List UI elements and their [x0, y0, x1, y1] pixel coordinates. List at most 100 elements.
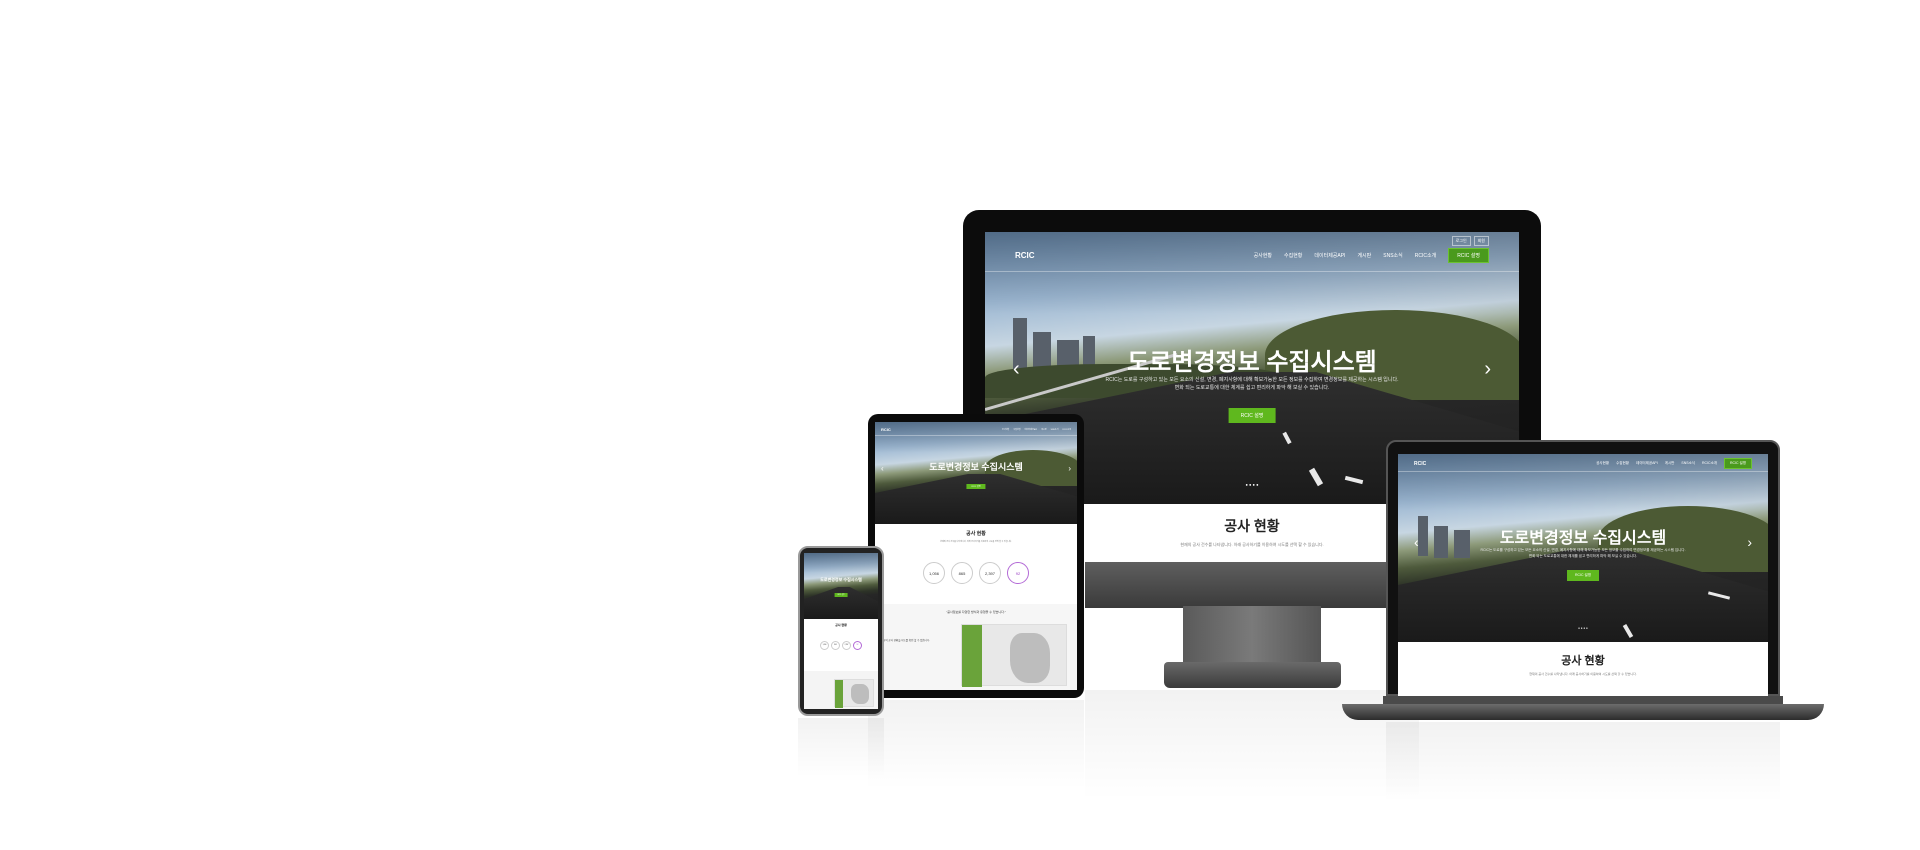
site-logo[interactable]: RCIC — [1414, 461, 1426, 467]
menu-item-construction[interactable]: 공사현황 — [1002, 428, 1009, 431]
main-menu: 공사현황 수집현황 데이터제공API 게시판 SNS소식 RCIC소개 — [998, 428, 1071, 431]
menu-item-collection[interactable]: 수집현황 — [1284, 252, 1302, 259]
map-image — [851, 684, 869, 704]
phone-map-section — [804, 671, 878, 709]
menu-item-api[interactable]: 데이터제공API — [1025, 428, 1037, 431]
stat-circle[interactable]: 2,397 — [842, 641, 851, 650]
main-menu: 공사현황 수집현황 데이터제공API 게시판 SNS소식 RCIC소개 RCIC… — [1589, 458, 1752, 469]
next-slide-arrow-icon[interactable]: › — [1747, 534, 1752, 550]
site-logo[interactable]: RCIC — [881, 427, 891, 432]
stat-value: 1,056 — [928, 570, 939, 576]
stat-circle[interactable]: 2,397 — [979, 562, 1001, 584]
hero-subtitle-line2: 변화 되는 도로교통에 대한 체계를 쉽고 편리하게 파악 해 보실 수 있습니… — [1528, 554, 1638, 558]
tablet-nav: RCIC 공사현황 수집현황 데이터제공API 게시판 SNS소식 RCIC소개 — [875, 424, 1077, 436]
hero-subtitle-line1: RCIC는 도로를 구성하고 있는 모든 요소의 신설, 변경, 폐지사항에 대… — [1480, 548, 1686, 552]
stat-circle[interactable]: 92 — [853, 641, 862, 650]
stat-circle[interactable]: 1,056 — [923, 562, 945, 584]
stat-value: 865 — [834, 645, 837, 646]
menu-item-about[interactable]: RCIC소개 — [1415, 252, 1436, 259]
menu-item-api[interactable]: 데이터제공API — [1314, 252, 1345, 259]
quote-text: "공사정보를 다양한 방식과 유형을 수 있습니다." — [946, 610, 1006, 614]
tablet-device: RCIC 공사현황 수집현황 데이터제공API 게시판 SNS소식 RCIC소개… — [868, 414, 1084, 698]
menu-item-collection[interactable]: 수집현황 — [1013, 428, 1020, 431]
nav-cta-button[interactable]: RCIC 설명 — [1724, 458, 1752, 469]
menu-item-sns[interactable]: SNS소식 — [1681, 461, 1695, 466]
menu-item-construction[interactable]: 공사현황 — [1254, 252, 1272, 259]
phone-reflection — [798, 718, 884, 778]
menu-item-api[interactable]: 데이터제공API — [1636, 461, 1658, 466]
monitor-stand-neck — [1183, 606, 1321, 664]
laptop-reflection — [1386, 722, 1780, 802]
section-title: 공사 현황 — [835, 623, 847, 627]
phone-device: 도로변경정보 수집시스템 RCIC 설명 공사 현황 1,056 865 2,3… — [798, 546, 884, 716]
hero-cta-button[interactable]: RCIC 설명 — [1567, 570, 1599, 581]
prev-slide-arrow-icon[interactable]: ‹ — [1013, 358, 1020, 381]
hero-title: 도로변경정보 수집시스템 — [1499, 530, 1667, 547]
device-mockup-stage: 로그인 회원 RCIC 공사현황 수집현황 데이터제공API 게시판 SNS소식… — [0, 0, 1920, 850]
stat-value: 1,056 — [822, 645, 827, 646]
hero-subtitle-line1: RCIC는 도로를 구성하고 있는 모든 요소의 신설, 변경, 폐지사항에 대… — [1105, 377, 1399, 383]
stat-circle[interactable]: 1,056 — [820, 641, 829, 650]
nav-cta-button[interactable]: RCIC 설명 — [1448, 248, 1489, 263]
map-description: 지역 공사 현황을 지도를 확인 할 수 있습니다. — [883, 639, 930, 642]
section-title: 공사 현황 — [1561, 655, 1605, 667]
monitor-chin — [1085, 562, 1419, 608]
stat-value: 92 — [1015, 570, 1021, 576]
hero-cta-button[interactable]: RCIC 설명 — [966, 484, 986, 489]
phone-status-section: 공사 현황 1,056 865 2,397 92 — [804, 619, 878, 671]
stat-circles: 1,056 865 2,397 92 — [804, 641, 878, 650]
map-widget[interactable] — [961, 624, 1067, 687]
menu-item-board[interactable]: 게시판 — [1357, 252, 1371, 259]
stat-value: 2,397 — [984, 570, 995, 576]
laptop-base — [1342, 704, 1824, 720]
stat-circle[interactable]: 865 — [951, 562, 973, 584]
stat-value: 92 — [856, 645, 859, 646]
menu-item-construction[interactable]: 공사현황 — [1596, 461, 1609, 466]
menu-item-sns[interactable]: SNS소식 — [1383, 252, 1402, 259]
map-image — [1010, 633, 1050, 683]
phone-screen: 도로변경정보 수집시스템 RCIC 설명 공사 현황 1,056 865 2,3… — [804, 553, 878, 709]
laptop-hero-banner: RCIC 공사현황 수집현황 데이터제공API 게시판 SNS소식 RCIC소개… — [1398, 454, 1768, 642]
tablet-reflection — [868, 700, 1084, 790]
menu-item-board[interactable]: 게시판 — [1041, 428, 1047, 431]
menu-item-about[interactable]: RCIC소개 — [1702, 461, 1717, 466]
slider-dots[interactable]: ● ● ● ● — [1398, 626, 1768, 630]
menu-item-collection[interactable]: 수집현황 — [1616, 461, 1629, 466]
next-slide-arrow-icon[interactable]: › — [1484, 358, 1491, 381]
menu-item-board[interactable]: 게시판 — [1665, 461, 1675, 466]
laptop-screen: RCIC 공사현황 수집현황 데이터제공API 게시판 SNS소식 RCIC소개… — [1398, 454, 1768, 696]
stat-circle[interactable]: 865 — [831, 641, 840, 650]
menu-item-sns[interactable]: SNS소식 — [1051, 428, 1059, 431]
stat-value: 2,397 — [844, 645, 849, 646]
main-menu: 공사현황 수집현황 데이터제공API 게시판 SNS소식 RCIC소개 RCIC… — [1242, 248, 1489, 263]
road-image — [804, 587, 878, 619]
map-sidebar — [962, 625, 982, 687]
hero-title: 도로변경정보 수집시스템 — [1127, 349, 1377, 376]
map-sidebar — [835, 680, 843, 708]
prev-slide-arrow-icon[interactable]: ‹ — [1414, 534, 1419, 550]
next-slide-arrow-icon[interactable]: › — [1068, 464, 1071, 473]
menu-item-about[interactable]: RCIC소개 — [1062, 428, 1071, 431]
phone-hero-banner: 도로변경정보 수집시스템 RCIC 설명 — [804, 553, 878, 619]
site-nav: RCIC 공사현황 수집현황 데이터제공API 게시판 SNS소식 RCIC소개… — [985, 240, 1519, 272]
prev-slide-arrow-icon[interactable]: ‹ — [881, 464, 884, 473]
hero-title: 도로변경정보 수집시스템 — [820, 577, 862, 582]
section-description: 현재의 공사 건수를 나타냅니다. 아래 공사하기를 이용하여 시도를 선택 할… — [940, 541, 1012, 543]
laptop-nav: RCIC 공사현황 수집현황 데이터제공API 게시판 SNS소식 RCIC소개… — [1398, 456, 1768, 472]
map-widget[interactable] — [834, 679, 874, 708]
section-description: 현재의 공사 건수를 나타냅니다. 아래 공사하기를 이용하여 시도를 선택 할… — [1529, 672, 1637, 676]
section-title: 공사 현황 — [966, 531, 986, 537]
laptop-device: RCIC 공사현황 수집현황 데이터제공API 게시판 SNS소식 RCIC소개… — [1386, 440, 1780, 696]
hero-cta-button[interactable]: RCIC 설명 — [834, 593, 848, 597]
hero-subtitle-line2: 변화 되는 도로교통에 대한 체계를 쉽고 편리하게 파악 해 보실 수 있습니… — [1174, 385, 1330, 391]
hero-cta-button[interactable]: RCIC 설명 — [1228, 408, 1276, 423]
tablet-map-section: "공사정보를 다양한 방식과 유형을 수 있습니다." 지역 공사 현황을 지도… — [875, 604, 1077, 690]
stat-circle[interactable]: 92 — [1007, 562, 1029, 584]
tablet-screen: RCIC 공사현황 수집현황 데이터제공API 게시판 SNS소식 RCIC소개… — [875, 422, 1077, 690]
tablet-hero-banner: RCIC 공사현황 수집현황 데이터제공API 게시판 SNS소식 RCIC소개… — [875, 422, 1077, 524]
hero-title: 도로변경정보 수집시스템 — [929, 462, 1023, 472]
tablet-status-section: 공사 현황 현재의 공사 건수를 나타냅니다. 아래 공사하기를 이용하여 시도… — [875, 524, 1077, 604]
site-logo[interactable]: RCIC — [1015, 251, 1035, 260]
monitor-stand-base — [1164, 662, 1341, 688]
stat-circles: 1,056 865 2,397 92 — [875, 562, 1077, 584]
